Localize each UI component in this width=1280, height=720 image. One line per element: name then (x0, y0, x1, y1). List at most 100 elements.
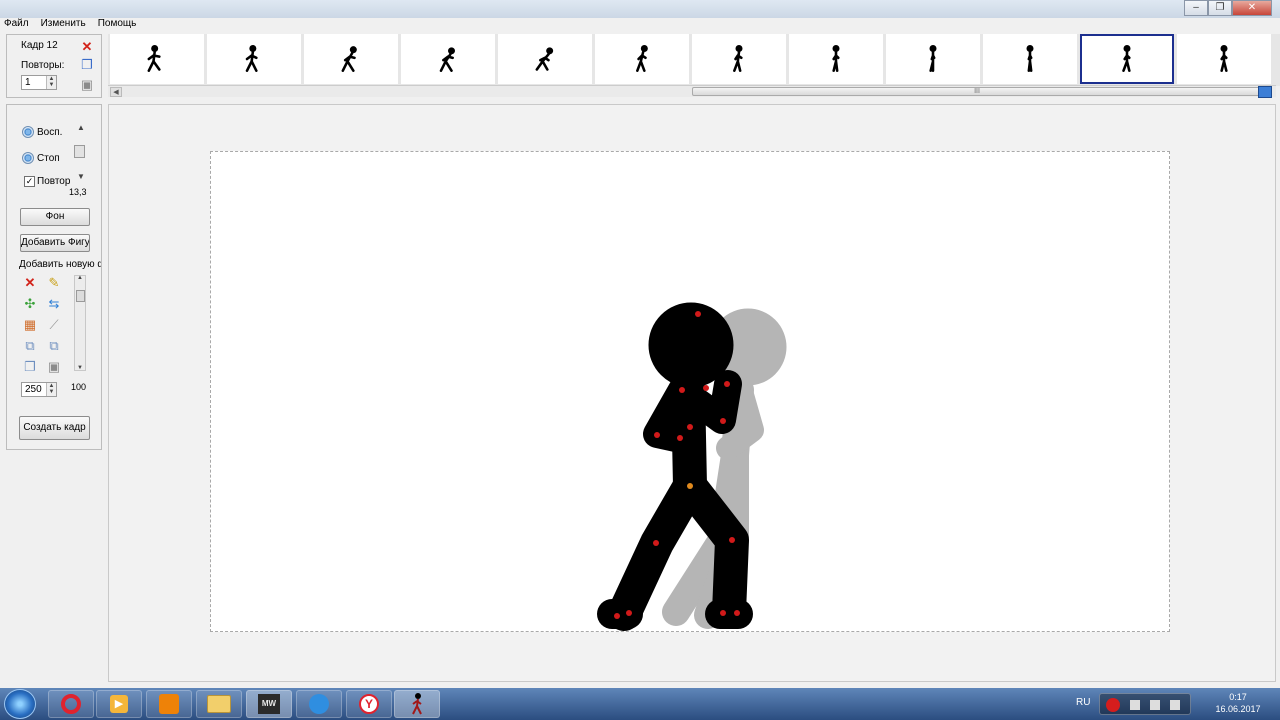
record-icon[interactable] (1106, 698, 1120, 712)
frame-thumbnail[interactable] (789, 34, 883, 84)
paste-figure-icon[interactable]: ▣ (46, 359, 62, 375)
frame-thumbnail[interactable] (983, 34, 1077, 84)
taskbar-explorer[interactable] (196, 690, 242, 718)
send-back-icon[interactable]: ⧉ (46, 338, 62, 354)
repeats-value: 1 (25, 77, 31, 88)
stepper-arrows-icon[interactable]: ▲ ▼ (46, 76, 56, 89)
drawing-canvas[interactable] (210, 151, 1170, 632)
stick-figure-thumbnail-icon (733, 45, 743, 72)
frame-thumbnail[interactable] (304, 34, 398, 84)
size-stepper-arrows-icon[interactable]: ▲ ▼ (46, 383, 56, 396)
add-new-figure-label: Добавить новую фигуру (19, 259, 101, 270)
taskbar-yandex[interactable]: Y (346, 690, 392, 718)
repeats-stepper[interactable]: 1 ▲ ▼ (21, 75, 57, 90)
frame-thumbnail[interactable] (1177, 34, 1271, 84)
clock-time: 0:17 (1229, 692, 1247, 702)
taskbar: ▶ MW Y RU 0:17 16.06.2017 (0, 688, 1280, 720)
bring-front-icon[interactable]: ⧉ (22, 338, 38, 354)
frames-scrollbar[interactable]: ◀ III (108, 85, 1276, 97)
loop-label: Повтор (37, 176, 71, 187)
frame-thumbnail[interactable] (1080, 34, 1174, 84)
opera-icon (61, 694, 81, 714)
minimize-button[interactable]: ‒ (1184, 0, 1208, 16)
stop-radio[interactable] (22, 152, 34, 164)
zoom-value: 100 (71, 382, 87, 392)
menu-edit[interactable]: Изменить (41, 18, 86, 32)
edit-figure-icon[interactable]: ✎ (46, 275, 62, 291)
figure-size-scrollbar[interactable]: ▲ ▼ (74, 275, 86, 371)
stick-figure-thumbnail-icon (1026, 45, 1034, 72)
scroll-left-arrow-icon[interactable]: ◀ (110, 87, 122, 97)
frame-label: Кадр 12 (21, 40, 58, 51)
menu-help[interactable]: Помощь (98, 18, 137, 32)
tray-icons[interactable] (1099, 693, 1191, 715)
play-radio[interactable] (22, 126, 34, 138)
stick-figure-thumbnail-icon (439, 47, 455, 72)
frame-thumbnail[interactable] (498, 34, 592, 84)
scroll-down-arrow-icon[interactable]: ▼ (77, 365, 83, 371)
frame-thumbnail[interactable] (692, 34, 786, 84)
odnoklassniki-icon (159, 694, 179, 714)
figure-size-thumb[interactable] (76, 290, 85, 302)
network-icon[interactable] (1150, 700, 1160, 710)
media-player-icon: ▶ (110, 695, 128, 713)
keyboard-language[interactable]: RU (1076, 697, 1090, 708)
frame-thumbnail[interactable] (886, 34, 980, 84)
speed-slider-thumb[interactable] (74, 145, 85, 158)
taskbar-zona[interactable] (296, 690, 342, 718)
frame-thumbnail[interactable] (207, 34, 301, 84)
tools-panel: Восп. Стоп ✓ Повтор ▲ ▼ 13,3 Фон Добавит… (6, 104, 102, 450)
taskbar-pivot[interactable] (394, 690, 440, 718)
stick-figure-thumbnail-icon (1220, 45, 1228, 72)
start-button[interactable] (4, 689, 36, 719)
add-figure-button[interactable]: Добавить Фигуру (20, 234, 90, 252)
stick-figure-thumbnail-icon (929, 45, 937, 72)
clock[interactable]: 0:17 16.06.2017 (1214, 691, 1262, 715)
delete-frame-icon[interactable]: ✕ (79, 39, 95, 55)
paste-frame-icon[interactable]: ▣ (79, 77, 95, 93)
frames-strip (108, 34, 1280, 86)
taskbar-mw[interactable]: MW (246, 690, 292, 718)
scrollbar-thumb[interactable]: III (692, 87, 1262, 96)
pivot-animator-icon (412, 693, 422, 715)
stick-figure-thumbnail-icon (832, 45, 840, 72)
speed-slider-down-icon[interactable]: ▼ (77, 172, 85, 181)
copy-frame-icon[interactable]: ❐ (79, 57, 95, 73)
folder-icon (207, 695, 231, 713)
frame-thumbnail[interactable] (110, 34, 204, 84)
scroll-right-arrow-icon[interactable] (1258, 86, 1272, 98)
background-button[interactable]: Фон (20, 208, 90, 226)
title-bar: ‒ ❐ ✕ (0, 0, 1280, 18)
taskbar-opera[interactable] (48, 690, 94, 718)
flip-figure-icon[interactable]: ⇆ (46, 296, 62, 312)
speed-slider-up-icon[interactable]: ▲ (77, 123, 85, 132)
close-button[interactable]: ✕ (1232, 0, 1272, 16)
color-figure-icon[interactable]: ▦ (22, 317, 38, 333)
volume-icon[interactable] (1170, 700, 1180, 710)
scroll-up-arrow-icon[interactable]: ▲ (77, 275, 83, 281)
size-stepper[interactable]: 250 ▲ ▼ (21, 382, 57, 397)
frame-thumbnail[interactable] (595, 34, 689, 84)
stop-label: Стоп (37, 153, 60, 164)
zona-icon (309, 694, 329, 714)
line-tool-icon[interactable]: ⟋ (46, 317, 62, 333)
clock-date: 16.06.2017 (1215, 704, 1261, 714)
center-figure-icon[interactable]: ✣ (22, 296, 38, 312)
window-controls: ‒ ❐ ✕ (1184, 0, 1272, 16)
fps-value: 13,3 (69, 187, 87, 197)
taskbar-odnoklassniki[interactable] (146, 690, 192, 718)
menu-bar: Файл Изменить Помощь (0, 18, 300, 32)
loop-checkbox[interactable]: ✓ (24, 176, 35, 187)
restore-button[interactable]: ❐ (1208, 0, 1232, 16)
taskbar-media-player[interactable]: ▶ (96, 690, 142, 718)
copy-figure-icon[interactable]: ❐ (22, 359, 38, 375)
tray-app-icon[interactable] (1130, 700, 1140, 710)
menu-file[interactable]: Файл (4, 18, 29, 32)
size-value: 250 (25, 384, 42, 395)
stick-figure-thumbnail-icon (147, 45, 161, 72)
repeats-label: Повторы: (21, 60, 65, 71)
frame-thumbnail[interactable] (401, 34, 495, 84)
delete-figure-icon[interactable]: ✕ (22, 275, 38, 291)
create-frame-button[interactable]: Создать кадр (19, 416, 90, 440)
stick-figure-thumbnail-icon (1122, 45, 1131, 72)
